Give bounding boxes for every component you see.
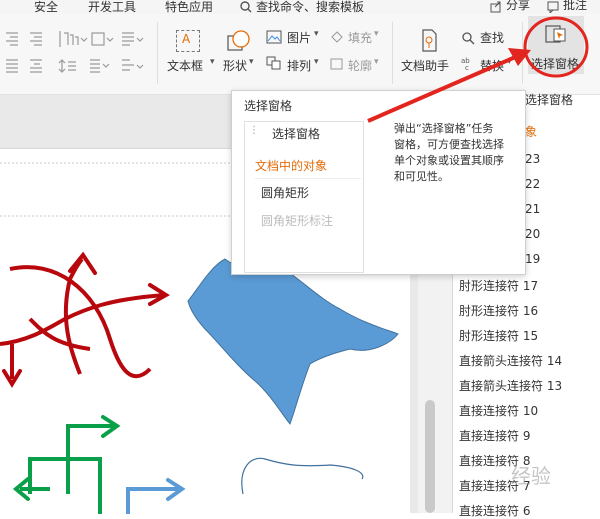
annotation-circle xyxy=(523,16,589,78)
annotation-arrow xyxy=(367,53,521,123)
annotation-overlay xyxy=(367,16,589,123)
